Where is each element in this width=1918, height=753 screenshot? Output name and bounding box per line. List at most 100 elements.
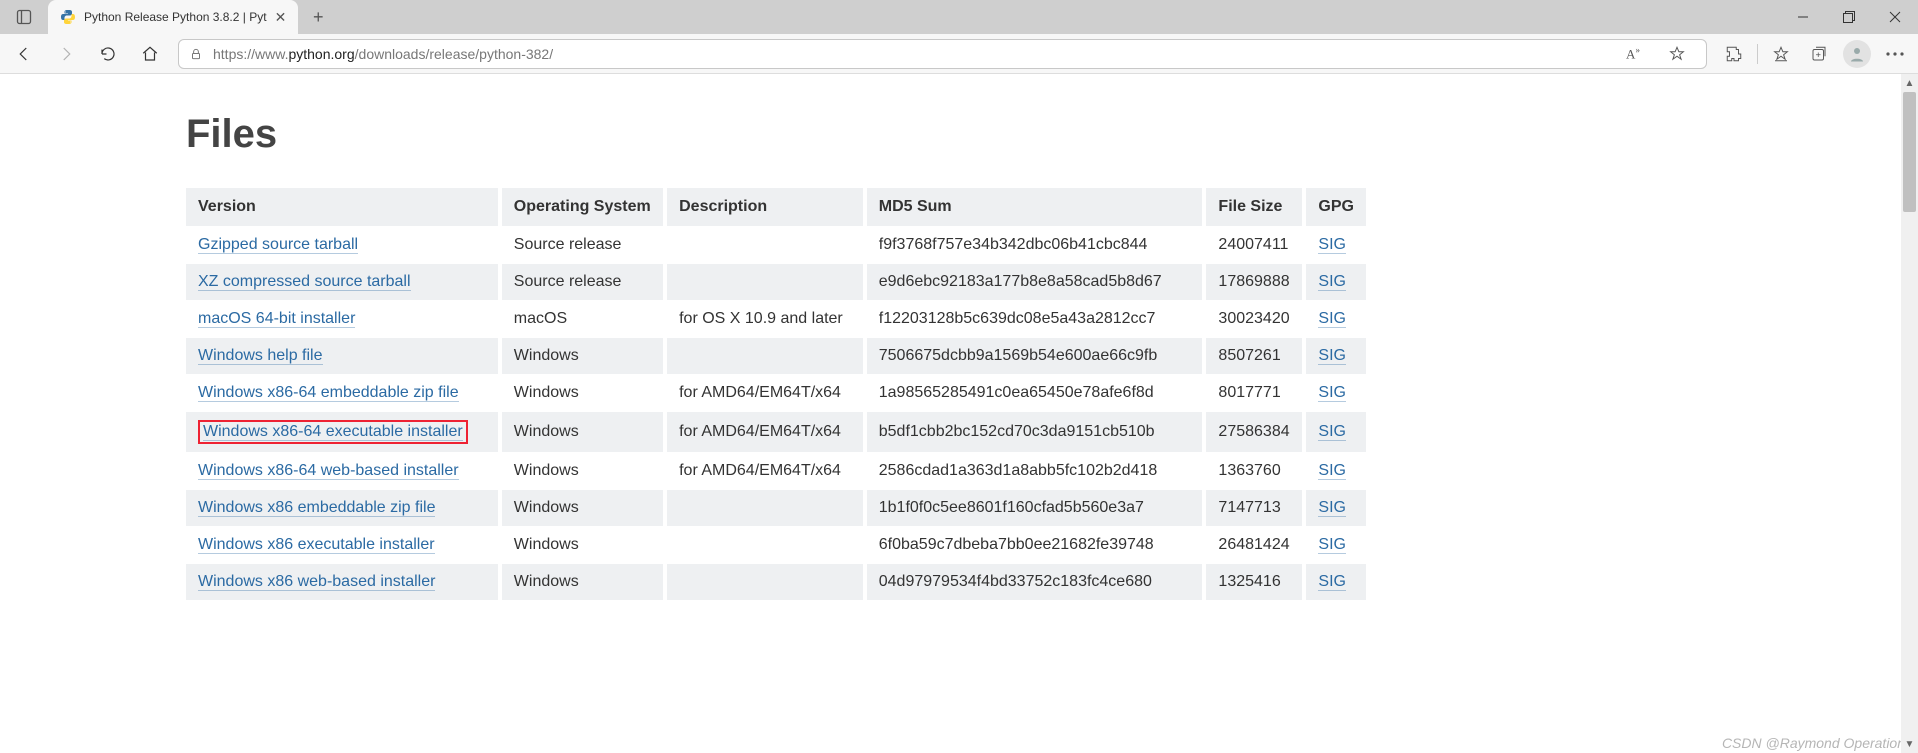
- cell-desc: for AMD64/EM64T/x64: [667, 375, 867, 411]
- cell-version: Windows x86-64 embeddable zip file: [186, 375, 502, 411]
- cell-os: Windows: [502, 564, 667, 600]
- table-row: Windows x86 web-based installer Windows 04…: [186, 564, 1366, 600]
- sig-link[interactable]: SIG: [1318, 536, 1346, 554]
- download-link[interactable]: Windows x86 web-based installer: [198, 573, 435, 591]
- cell-version: Windows x86 executable installer: [186, 527, 502, 563]
- cell-md5: 7506675dcbb9a1569b54e600ae66c9fb: [867, 338, 1207, 374]
- cell-desc: [667, 490, 867, 526]
- sig-link[interactable]: SIG: [1318, 273, 1346, 291]
- sig-link[interactable]: SIG: [1318, 573, 1346, 591]
- sig-link[interactable]: SIG: [1318, 462, 1346, 480]
- cell-desc: [667, 227, 867, 263]
- cell-version: Windows x86 web-based installer: [186, 564, 502, 600]
- browser-tab[interactable]: Python Release Python 3.8.2 | Pyt ✕: [48, 0, 298, 34]
- sig-link[interactable]: SIG: [1318, 499, 1346, 517]
- back-button[interactable]: [4, 36, 44, 72]
- sig-link[interactable]: SIG: [1318, 423, 1346, 441]
- scroll-down-button[interactable]: ▼: [1901, 735, 1918, 753]
- sig-link[interactable]: SIG: [1318, 384, 1346, 402]
- favorites-bar-button[interactable]: [1762, 39, 1800, 69]
- cell-size: 1363760: [1206, 453, 1306, 489]
- page-title: Files: [186, 112, 1366, 157]
- cell-gpg: SIG: [1306, 375, 1366, 411]
- download-link[interactable]: macOS 64-bit installer: [198, 310, 355, 328]
- download-link[interactable]: Gzipped source tarball: [198, 236, 358, 254]
- tab-actions-icon: [16, 9, 32, 25]
- sig-link[interactable]: SIG: [1318, 236, 1346, 254]
- table-row: Windows x86-64 executable installer Windo…: [186, 412, 1366, 452]
- vertical-scrollbar[interactable]: ▲ ▼: [1901, 74, 1918, 753]
- cell-gpg: SIG: [1306, 527, 1366, 563]
- cell-desc: [667, 264, 867, 300]
- col-header-gpg: GPG: [1306, 188, 1366, 226]
- cell-gpg: SIG: [1306, 490, 1366, 526]
- cell-gpg: SIG: [1306, 338, 1366, 374]
- tab-close-button[interactable]: ✕: [275, 9, 287, 26]
- download-link[interactable]: Windows x86-64 embeddable zip file: [198, 384, 459, 402]
- page-content: Files Version Operating System Descripti…: [0, 74, 1918, 753]
- cell-md5: 6f0ba59c7dbeba7bb0ee21682fe39748: [867, 527, 1207, 563]
- download-link[interactable]: Windows x86 embeddable zip file: [198, 499, 435, 517]
- tab-title: Python Release Python 3.8.2 | Pyt: [84, 10, 267, 24]
- download-link[interactable]: Windows x86-64 web-based installer: [198, 462, 459, 480]
- sig-link[interactable]: SIG: [1318, 347, 1346, 365]
- table-row: Windows x86-64 web-based installer Window…: [186, 453, 1366, 489]
- cell-version: Windows x86 embeddable zip file: [186, 490, 502, 526]
- cell-version: Gzipped source tarball: [186, 227, 502, 263]
- scroll-thumb[interactable]: [1903, 92, 1916, 212]
- menu-button[interactable]: [1876, 39, 1914, 69]
- cell-os: Windows: [502, 527, 667, 563]
- table-row: Windows x86 executable installer Windows 6…: [186, 527, 1366, 563]
- cell-os: Windows: [502, 453, 667, 489]
- watermark: CSDN @Raymond Operations: [1722, 735, 1912, 751]
- cell-os: macOS: [502, 301, 667, 337]
- cell-md5: e9d6ebc92183a177b8e8a58cad5b8d67: [867, 264, 1207, 300]
- cell-size: 27586384: [1206, 412, 1306, 452]
- cell-md5: f9f3768f757e34b342dbc06b41cbc844: [867, 227, 1207, 263]
- refresh-button[interactable]: [88, 36, 128, 72]
- maximize-button[interactable]: [1826, 0, 1872, 34]
- collections-button[interactable]: [1800, 39, 1838, 69]
- cell-size: 30023420: [1206, 301, 1306, 337]
- col-header-os: Operating System: [502, 188, 667, 226]
- home-button[interactable]: [130, 36, 170, 72]
- cell-gpg: SIG: [1306, 412, 1366, 452]
- scroll-up-button[interactable]: ▲: [1901, 74, 1918, 92]
- cell-version: XZ compressed source tarball: [186, 264, 502, 300]
- cell-version: Windows x86-64 executable installer: [186, 412, 502, 452]
- download-link[interactable]: Windows x86-64 executable installer: [203, 423, 463, 441]
- lock-icon: [189, 47, 203, 61]
- cell-size: 1325416: [1206, 564, 1306, 600]
- read-aloud-button[interactable]: A»: [1614, 39, 1652, 69]
- download-link[interactable]: Windows x86 executable installer: [198, 536, 435, 554]
- cell-os: Windows: [502, 412, 667, 452]
- download-link[interactable]: Windows help file: [198, 347, 323, 365]
- cell-desc: for AMD64/EM64T/x64: [667, 412, 867, 452]
- cell-desc: for AMD64/EM64T/x64: [667, 453, 867, 489]
- cell-os: Source release: [502, 264, 667, 300]
- minimize-button[interactable]: [1780, 0, 1826, 34]
- cell-os: Source release: [502, 227, 667, 263]
- close-window-button[interactable]: [1872, 0, 1918, 34]
- cell-size: 8507261: [1206, 338, 1306, 374]
- extensions-button[interactable]: [1715, 39, 1753, 69]
- cell-md5: f12203128b5c639dc08e5a43a2812cc7: [867, 301, 1207, 337]
- col-header-version: Version: [186, 188, 502, 226]
- col-header-size: File Size: [1206, 188, 1306, 226]
- new-tab-button[interactable]: +: [298, 0, 338, 34]
- favorite-button[interactable]: [1658, 39, 1696, 69]
- profile-button[interactable]: [1838, 39, 1876, 69]
- cell-md5: 04d97979534f4bd33752c183fc4ce680: [867, 564, 1207, 600]
- python-favicon-icon: [60, 9, 76, 25]
- sig-link[interactable]: SIG: [1318, 310, 1346, 328]
- tab-actions-button[interactable]: [0, 0, 48, 34]
- cell-md5: b5df1cbb2bc152cd70c3da9151cb510b: [867, 412, 1207, 452]
- table-row: XZ compressed source tarball Source relea…: [186, 264, 1366, 300]
- address-input[interactable]: https://www.python.org/downloads/release…: [178, 39, 1707, 69]
- cell-size: 8017771: [1206, 375, 1306, 411]
- table-row: Gzipped source tarball Source release f9f3…: [186, 227, 1366, 263]
- download-link[interactable]: XZ compressed source tarball: [198, 273, 411, 291]
- cell-version: Windows x86-64 web-based installer: [186, 453, 502, 489]
- cell-gpg: SIG: [1306, 301, 1366, 337]
- table-row: Windows x86-64 embeddable zip fileWindow…: [186, 375, 1366, 411]
